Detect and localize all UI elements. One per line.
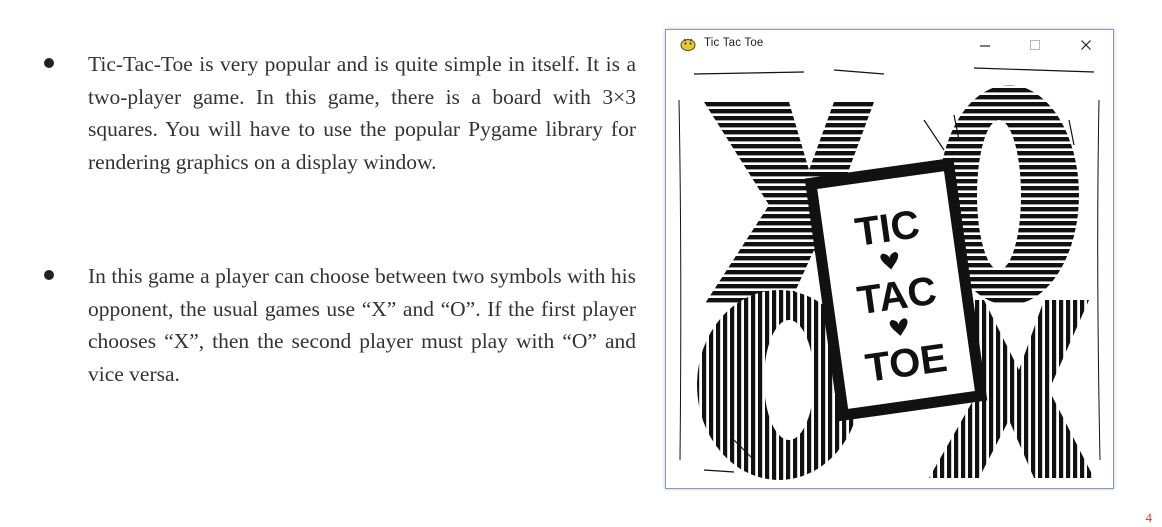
game-window: Tic Tac Toe X bbox=[665, 29, 1114, 489]
minimize-icon bbox=[980, 45, 990, 47]
bullet-text: In this game a player can choose between… bbox=[88, 264, 636, 386]
bullet-list: Tic-Tac-Toe is very popular and is quite… bbox=[44, 48, 636, 472]
title-line-tic: TIC bbox=[852, 202, 922, 255]
pygame-snake-icon bbox=[680, 38, 696, 51]
tic-tac-toe-artwork: X O O X TIC TAC TOE bbox=[674, 60, 1105, 482]
bullet-dot bbox=[44, 58, 54, 68]
maximize-icon bbox=[1030, 40, 1040, 50]
minimize-button[interactable] bbox=[963, 34, 1007, 56]
page-number: 4 bbox=[1145, 510, 1153, 525]
bullet-text: Tic-Tac-Toe is very popular and is quite… bbox=[88, 52, 636, 174]
bullet-item: In this game a player can choose between… bbox=[44, 260, 636, 390]
close-button[interactable] bbox=[1064, 34, 1108, 56]
close-icon bbox=[1081, 40, 1091, 50]
window-title: Tic Tac Toe bbox=[704, 37, 764, 49]
bullet-item: Tic-Tac-Toe is very popular and is quite… bbox=[44, 48, 636, 178]
bullet-dot bbox=[44, 270, 54, 280]
window-titlebar[interactable]: Tic Tac Toe bbox=[666, 30, 1113, 58]
maximize-button[interactable] bbox=[1013, 34, 1057, 56]
